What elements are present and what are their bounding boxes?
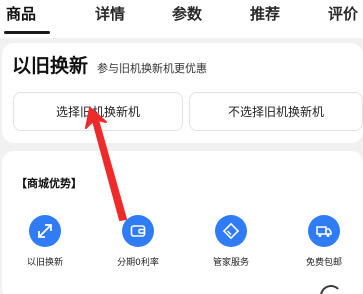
feature-label: 以旧换新 xyxy=(26,258,63,268)
trade-in-card: 以旧换新 参与旧机换新机更优惠 选择旧机换新机 不选择旧机换新机 xyxy=(2,43,363,143)
tab-details[interactable]: 详情 xyxy=(95,5,125,23)
store-advantages-card: 【商城优势】 以旧换新 分期0利率 管家服务 免费包邮 xyxy=(2,151,363,294)
tab-params[interactable]: 参数 xyxy=(172,5,202,23)
feature-label: 管家服务 xyxy=(212,258,249,268)
tab-reviews[interactable]: 评价 xyxy=(328,5,358,23)
floating-button-edge[interactable] xyxy=(320,285,342,294)
skip-trade-in-button[interactable]: 不选择旧机换新机 xyxy=(189,92,363,131)
trade-in-subtitle: 参与旧机换新机更优惠 xyxy=(97,62,207,75)
truck-icon xyxy=(308,215,340,247)
store-advantages-title: 【商城优势】 xyxy=(16,177,82,190)
feature-label: 分期0利率 xyxy=(117,258,159,268)
feature-trade-in[interactable]: 以旧换新 xyxy=(13,215,77,271)
feature-butler[interactable]: 管家服务 xyxy=(199,215,263,271)
wallet-icon xyxy=(122,215,154,247)
select-trade-in-button[interactable]: 选择旧机换新机 xyxy=(13,92,183,131)
active-tab-indicator xyxy=(4,31,50,34)
feature-label: 免费包邮 xyxy=(305,258,342,268)
trade-in-title: 以旧换新 xyxy=(12,55,89,77)
swap-arrows-icon xyxy=(29,215,61,247)
tab-product[interactable]: 商品 xyxy=(6,5,36,23)
tab-recommend[interactable]: 推荐 xyxy=(250,5,280,23)
diamond-icon xyxy=(215,215,247,247)
feature-installment[interactable]: 分期0利率 xyxy=(106,215,170,271)
top-tab-bar: 商品 详情 参数 推荐 评价 xyxy=(0,0,363,38)
feature-free-shipping[interactable]: 免费包邮 xyxy=(292,215,356,271)
